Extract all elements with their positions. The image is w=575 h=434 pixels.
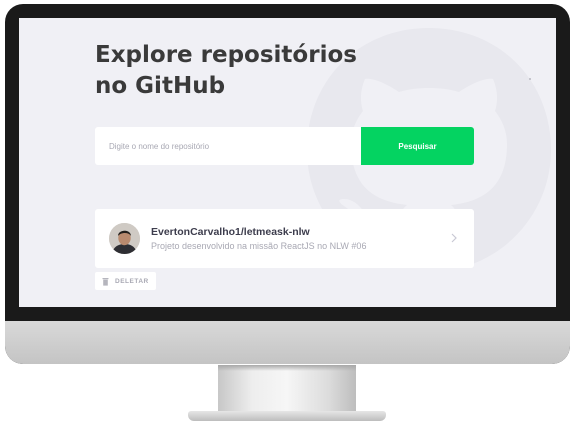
avatar (109, 223, 140, 254)
delete-button-label: DELETAR (115, 277, 149, 285)
search-button[interactable]: Pesquisar (361, 127, 474, 165)
repository-card[interactable]: EvertonCarvalho1/letmeask-nlw Projeto de… (95, 209, 474, 268)
repository-description: Projeto desenvolvido na missão ReactJS n… (151, 241, 367, 251)
delete-button[interactable]: DELETAR (95, 272, 156, 290)
monitor-stand-shadow (218, 365, 356, 371)
monitor-chin (5, 321, 570, 364)
chevron-right-icon (451, 233, 457, 243)
app-screen: Explore repositórios no GitHub Pesquisar… (19, 18, 556, 307)
trash-icon (102, 277, 109, 286)
monitor-stand-base (188, 411, 386, 421)
screen-dot (529, 78, 531, 80)
repository-name: EvertonCarvalho1/letmeask-nlw (151, 226, 310, 238)
search-form: Pesquisar (95, 127, 474, 165)
repository-search-input[interactable] (95, 127, 361, 165)
monitor-stand-neck (218, 365, 356, 413)
page-title: Explore repositórios no GitHub (95, 42, 357, 99)
